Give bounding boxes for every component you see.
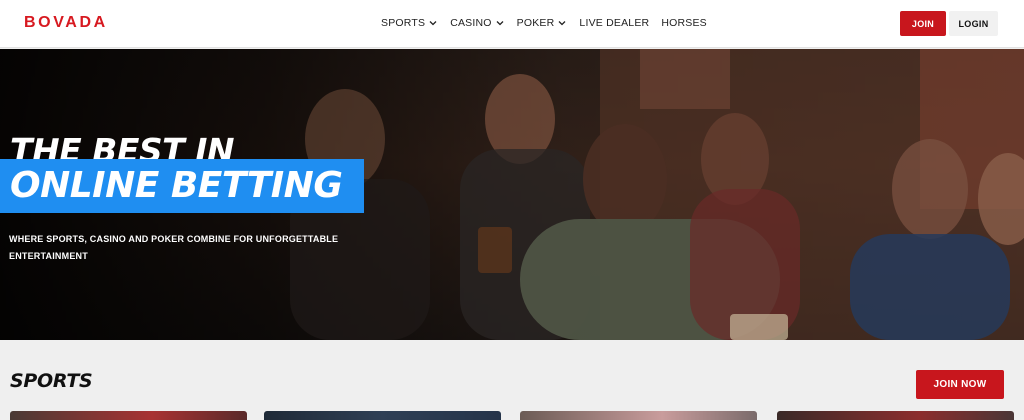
nav-poker-label: POKER: [516, 17, 555, 29]
hero-banner: THE BEST IN ONLINE BETTING WHERE SPORTS,…: [0, 49, 1024, 340]
nav-sports[interactable]: SPORTS: [381, 17, 438, 29]
main-nav: SPORTS CASINO POKER LIVE DEALER HORSES: [381, 17, 707, 29]
join-button[interactable]: JOIN: [900, 11, 946, 36]
chevron-down-icon: [558, 21, 566, 26]
sports-card[interactable]: [777, 411, 1014, 420]
site-header: BOVADA SPORTS CASINO POKER LIVE DEALER H…: [0, 0, 1024, 48]
chevron-down-icon: [429, 21, 437, 26]
bovada-logo[interactable]: BOVADA: [24, 14, 108, 32]
sports-card[interactable]: [264, 411, 501, 420]
nav-casino-label: CASINO: [450, 17, 492, 29]
sports-section-title: SPORTS: [10, 370, 93, 392]
nav-horses[interactable]: HORSES: [661, 17, 707, 29]
hero-subtitle: WHERE SPORTS, CASINO AND POKER COMBINE F…: [9, 234, 339, 261]
nav-casino[interactable]: CASINO: [450, 17, 504, 29]
nav-horses-label: HORSES: [661, 17, 707, 29]
nav-sports-label: SPORTS: [381, 17, 426, 29]
login-button[interactable]: LOGIN: [949, 11, 998, 36]
nav-poker[interactable]: POKER: [517, 17, 568, 29]
sports-card[interactable]: [10, 411, 247, 420]
nav-live-dealer-label: LIVE DEALER: [579, 17, 650, 29]
nav-live-dealer[interactable]: LIVE DEALER: [579, 17, 649, 29]
chevron-down-icon: [496, 21, 504, 26]
sports-card[interactable]: [520, 411, 757, 420]
hero-title-line2: ONLINE BETTING: [10, 165, 343, 206]
join-now-button[interactable]: JOIN NOW: [916, 370, 1004, 399]
